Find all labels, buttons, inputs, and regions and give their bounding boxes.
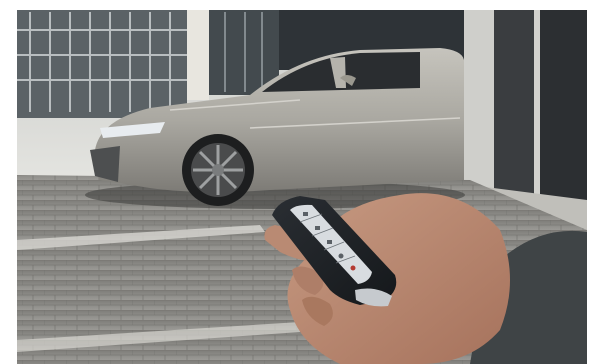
lock-icon: [303, 212, 308, 216]
remote-start-icon: [338, 253, 344, 259]
unlock-icon: [315, 226, 320, 230]
trunk-icon: [327, 240, 332, 244]
panic-icon: [350, 265, 356, 271]
photo-svg: [0, 0, 599, 364]
photo: [0, 0, 599, 364]
